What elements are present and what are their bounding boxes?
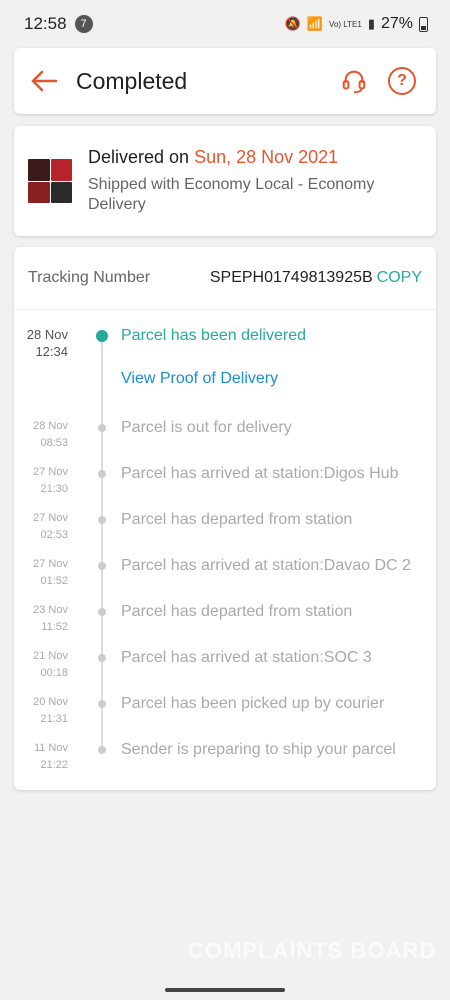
event-datetime: 27 Nov 02:53: [14, 510, 68, 556]
tracking-number-row: Tracking Number SPEPH01749813925B COPY: [14, 247, 436, 310]
timeline-event: 27 Nov 02:53 Parcel has departed from st…: [14, 510, 436, 556]
event-dot: [98, 746, 106, 754]
system-nav-bar: [0, 982, 450, 1000]
event-date: 23 Nov: [33, 604, 68, 616]
event-description: Parcel has arrived at station:Digos Hub: [121, 465, 399, 482]
event-datetime: 21 Nov 00:18: [14, 648, 68, 694]
event-dot: [98, 700, 106, 708]
view-proof-of-delivery-link[interactable]: View Proof of Delivery: [121, 370, 278, 388]
event-dot: [96, 330, 108, 342]
event-description: Parcel is out for delivery: [121, 419, 292, 436]
delivered-line: Delivered on Sun, 28 Nov 2021: [88, 147, 436, 168]
timeline-event: 23 Nov 11:52 Parcel has departed from st…: [14, 602, 436, 648]
event-dot: [98, 516, 106, 524]
status-bar: 12:58 7 🔕 📶 Vo) LTE1 ▮ 27%: [0, 0, 450, 48]
event-description: Parcel has been picked up by courier: [121, 695, 385, 712]
event-dot: [98, 424, 106, 432]
event-datetime: 28 Nov 08:53: [14, 418, 68, 464]
event-dot: [98, 470, 106, 478]
header-bar: Completed ?: [14, 48, 436, 114]
delivery-summary[interactable]: Delivered on Sun, 28 Nov 2021 Shipped wi…: [14, 126, 436, 236]
event-dot: [98, 654, 106, 662]
event-time: 02:53: [40, 529, 68, 541]
support-button[interactable]: [340, 67, 368, 95]
tracking-timeline: 28 Nov 12:34 Parcel has been delivered V…: [14, 310, 436, 786]
event-datetime: 27 Nov 01:52: [14, 556, 68, 602]
notification-count: 7: [74, 15, 93, 33]
battery-icon: [419, 16, 428, 32]
event-description: Parcel has departed from station: [121, 603, 353, 620]
event-time: 08:53: [40, 437, 68, 449]
tracking-card: Tracking Number SPEPH01749813925B COPY 2…: [14, 247, 436, 790]
network-label: Vo) LTE1: [329, 19, 362, 29]
event-time: 12:34: [35, 344, 68, 359]
battery-percent: 27%: [380, 15, 413, 32]
event-datetime: 23 Nov 11:52: [14, 602, 68, 648]
arrow-left-icon: [31, 70, 58, 92]
event-time: 21:31: [40, 713, 68, 725]
event-time: 11:52: [41, 621, 68, 633]
event-date: 27 Nov: [33, 466, 68, 478]
watermark: COMPLAINTS BOARD: [188, 938, 437, 963]
help-button[interactable]: ?: [388, 67, 416, 95]
event-dot: [98, 608, 106, 616]
event-datetime: 11 Nov 21:22: [14, 740, 68, 786]
headset-icon: [342, 70, 366, 94]
page-title: Completed: [76, 67, 188, 94]
event-datetime: 28 Nov 12:34: [14, 326, 68, 418]
timeline-event: 11 Nov 21:22 Sender is preparing to ship…: [14, 740, 436, 786]
delivered-prefix: Delivered on: [88, 147, 195, 167]
timeline-event: 27 Nov 01:52 Parcel has arrived at stati…: [14, 556, 436, 602]
event-dot: [98, 562, 106, 570]
status-left: 12:58 7: [24, 14, 93, 34]
event-date: 11 Nov: [33, 742, 68, 754]
event-description: Parcel has departed from station: [121, 511, 353, 528]
status-right: 🔕 📶 Vo) LTE1 ▮ 27%: [285, 15, 428, 33]
question-icon: ?: [397, 72, 407, 89]
timeline-event: 28 Nov 08:53 Parcel is out for delivery: [14, 418, 436, 464]
event-description: Parcel has arrived at station:SOC 3: [121, 649, 372, 666]
event-time: 01:52: [40, 575, 68, 587]
clock: 12:58: [24, 14, 67, 33]
timeline-event: 20 Nov 21:31 Parcel has been picked up b…: [14, 694, 436, 740]
timeline-event: 28 Nov 12:34 Parcel has been delivered V…: [14, 326, 436, 418]
event-date: 28 Nov: [33, 420, 68, 432]
event-description: Sender is preparing to ship your parcel: [121, 741, 396, 758]
mute-icon: 🔕: [284, 16, 301, 31]
event-date: 20 Nov: [33, 696, 68, 708]
event-description: Parcel has been delivered: [121, 327, 307, 344]
delivered-date: Sun, 28 Nov 2021: [194, 147, 339, 167]
timeline-event: 21 Nov 00:18 Parcel has arrived at stati…: [14, 648, 436, 694]
event-date: 28 Nov: [26, 327, 68, 342]
event-time: 21:30: [40, 483, 68, 495]
copy-button[interactable]: COPY: [377, 269, 422, 287]
back-button[interactable]: [14, 70, 74, 92]
tracking-label: Tracking Number: [28, 269, 151, 286]
home-indicator[interactable]: [165, 988, 285, 992]
timeline-event: 27 Nov 21:30 Parcel has arrived at stati…: [14, 464, 436, 510]
shipping-method: Shipped with Economy Local - Economy Del…: [88, 176, 375, 213]
event-date: 27 Nov: [33, 558, 68, 570]
wifi-icon: 📶: [306, 16, 324, 31]
event-date: 21 Nov: [33, 650, 68, 662]
tracking-number: SPEPH01749813925B: [209, 269, 373, 286]
event-time: 21:22: [40, 759, 68, 771]
event-date: 27 Nov: [33, 512, 68, 524]
signal-icon: ▮: [367, 16, 375, 31]
event-datetime: 27 Nov 21:30: [14, 464, 68, 510]
event-datetime: 20 Nov 21:31: [14, 694, 68, 740]
event-description: Parcel has arrived at station:Davao DC 2: [121, 557, 411, 574]
event-time: 00:18: [40, 667, 68, 679]
delivery-text: Delivered on Sun, 28 Nov 2021 Shipped wi…: [88, 147, 436, 215]
product-thumbnail: [28, 159, 72, 203]
